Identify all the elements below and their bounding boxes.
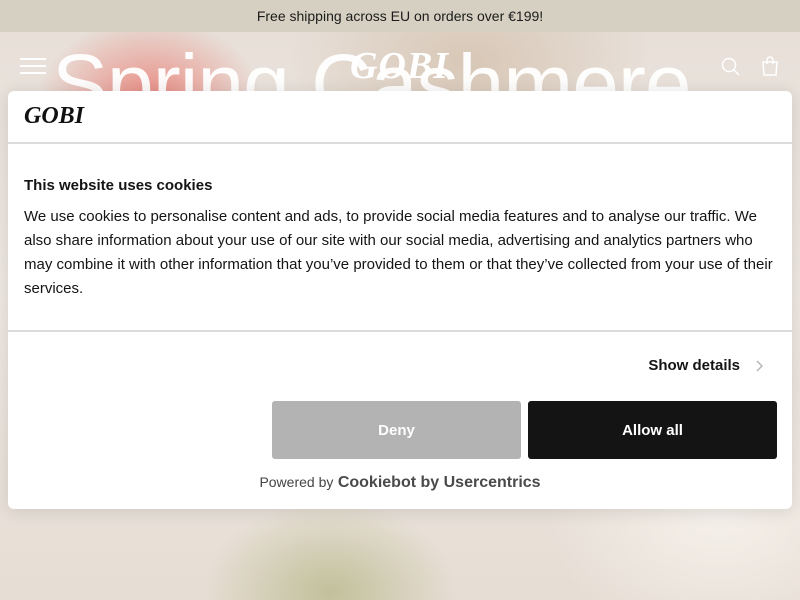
cookiebot-link[interactable]: Cookiebot by Usercentrics: [338, 474, 541, 491]
announcement-text: Free shipping across EU on orders over €…: [256, 8, 544, 24]
dialog-divider: [8, 142, 792, 144]
dialog-divider: [8, 330, 792, 332]
show-details-link[interactable]: Show details: [648, 357, 766, 374]
powered-by-label: Powered by: [259, 474, 334, 490]
chevron-right-icon: [752, 359, 766, 373]
powered-by: Powered by Cookiebot by Usercentrics: [8, 474, 792, 492]
shopping-bag-icon[interactable]: [759, 55, 781, 77]
dialog-body-text: We use cookies to personalise content an…: [24, 208, 773, 297]
cookie-consent-dialog: GOBI This website uses cookies We use co…: [8, 91, 792, 509]
show-details-label: Show details: [648, 357, 740, 374]
dialog-heading: This website uses cookies: [24, 177, 213, 194]
announcement-bar: Free shipping across EU on orders over €…: [0, 0, 800, 32]
hamburger-menu-icon[interactable]: [20, 58, 46, 74]
allow-all-button[interactable]: Allow all: [528, 401, 777, 459]
deny-button[interactable]: Deny: [272, 401, 521, 459]
site-logo[interactable]: GOBI: [350, 44, 449, 88]
search-icon[interactable]: [720, 56, 742, 78]
dialog-logo: GOBI: [24, 103, 85, 129]
